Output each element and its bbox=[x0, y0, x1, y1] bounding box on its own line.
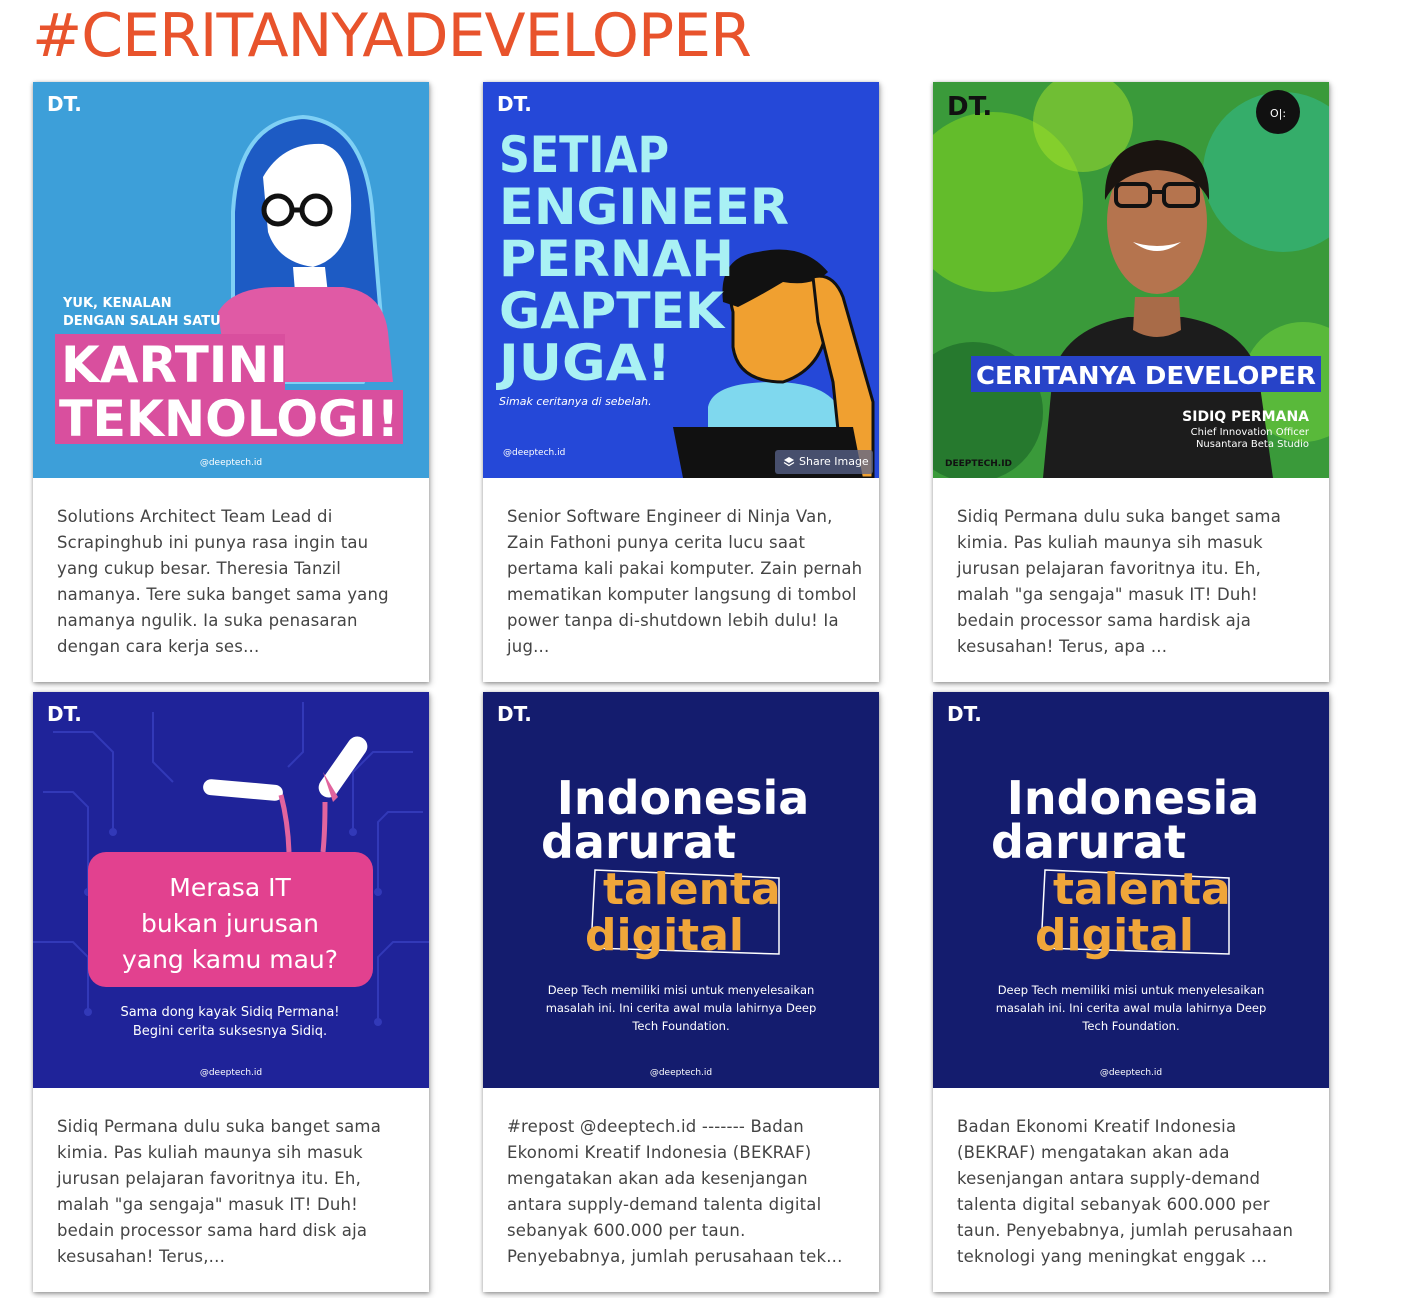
body-text: masalah ini. Ini cerita awal mula lahirn… bbox=[546, 1001, 817, 1015]
person-company: Nusantara Beta Studio bbox=[1196, 439, 1309, 450]
headline-line: darurat bbox=[541, 815, 736, 869]
body-text: Tech Foundation. bbox=[631, 1019, 729, 1033]
page-heading: #CERITANYADEVELOPER bbox=[32, 1, 752, 71]
post-card-kartini[interactable]: DT. YUK, KENALAN DENGAN SALAH SATU KARTI… bbox=[33, 82, 429, 682]
post-card-darurat-repost[interactable]: DT. Indonesia darurat talenta digital De… bbox=[483, 692, 879, 1292]
intro-text: YUK, KENALAN bbox=[62, 296, 172, 311]
post-card-darurat[interactable]: DT. Indonesia darurat talenta digital De… bbox=[933, 692, 1329, 1292]
post-image-sidiq-photo[interactable]: O|: DT. CERITANYA DEVELOPER SIDIQ PERMAN… bbox=[933, 82, 1329, 478]
headline-line: GAPTEK bbox=[499, 282, 726, 340]
studio-badge-icon: O|: bbox=[1270, 107, 1286, 120]
title-line: TEKNOLOGI! bbox=[59, 390, 399, 448]
layers-icon bbox=[783, 456, 795, 468]
brand-logo: DT. bbox=[497, 92, 532, 116]
body-text: Deep Tech memiliki misi untuk menyelesai… bbox=[548, 983, 815, 997]
share-image-button[interactable]: Share Image bbox=[775, 450, 873, 474]
post-caption: Badan Ekonomi Kreatif Indonesia (BEKRAF)… bbox=[957, 1117, 1294, 1266]
person-name: SIDIQ PERMANA bbox=[1182, 409, 1309, 425]
post-card-gaptek[interactable]: DT. SETIAP ENGINEER PERNAH GAPTEK JUGA! … bbox=[483, 82, 879, 682]
highlight-line: digital bbox=[585, 910, 744, 961]
body-text: Tech Foundation. bbox=[1081, 1019, 1179, 1033]
share-image-label: Share Image bbox=[799, 455, 869, 468]
headline-line: ENGINEER bbox=[499, 178, 789, 236]
post-card-merasa-it[interactable]: Merasa IT bukan jurusan yang kamu mau? S… bbox=[33, 692, 429, 1292]
handle-text: @deeptech.id bbox=[650, 1068, 712, 1078]
post-image-kartini[interactable]: DT. YUK, KENALAN DENGAN SALAH SATU KARTI… bbox=[33, 82, 429, 478]
brand-logo: DT. bbox=[947, 92, 992, 122]
brand-logo: DT. bbox=[47, 92, 82, 116]
brand-logo: DT. bbox=[497, 702, 532, 726]
person-role: Chief Innovation Officer bbox=[1191, 427, 1310, 438]
sub-text: Sama dong kayak Sidiq Permana! bbox=[120, 1005, 339, 1020]
body-text: Deep Tech memiliki misi untuk menyelesai… bbox=[998, 983, 1265, 997]
handle-text: @deeptech.id bbox=[503, 448, 565, 458]
subtitle-text: Simak ceritanya di sebelah. bbox=[499, 395, 652, 408]
headline-line: darurat bbox=[991, 815, 1186, 869]
post-caption: #repost @deeptech.id ------- Badan Ekono… bbox=[507, 1117, 843, 1266]
bubble-text: bukan jurusan bbox=[141, 909, 319, 938]
banner-text: CERITANYA DEVELOPER bbox=[976, 361, 1316, 390]
brand-logo: DT. bbox=[47, 702, 82, 726]
highlight-line: talenta bbox=[1053, 864, 1231, 915]
handle-text: @deeptech.id bbox=[200, 458, 262, 468]
post-caption: Sidiq Permana dulu suka banget sama kimi… bbox=[957, 507, 1282, 656]
intro-text: DENGAN SALAH SATU bbox=[63, 314, 221, 329]
post-card-sidiq-photo[interactable]: O|: DT. CERITANYA DEVELOPER SIDIQ PERMAN… bbox=[933, 82, 1329, 682]
body-text: masalah ini. Ini cerita awal mula lahirn… bbox=[996, 1001, 1267, 1015]
brand-text: DEEPTECH.ID bbox=[945, 459, 1012, 469]
brand-logo: DT. bbox=[947, 702, 982, 726]
post-image-darurat[interactable]: DT. Indonesia darurat talenta digital De… bbox=[933, 692, 1329, 1088]
post-image-gaptek[interactable]: DT. SETIAP ENGINEER PERNAH GAPTEK JUGA! … bbox=[483, 82, 879, 478]
highlight-line: talenta bbox=[603, 864, 781, 915]
handle-text: @deeptech.id bbox=[200, 1068, 262, 1078]
post-image-darurat-repost[interactable]: DT. Indonesia darurat talenta digital De… bbox=[483, 692, 879, 1088]
bubble-text: Merasa IT bbox=[169, 873, 291, 902]
highlight-line: digital bbox=[1035, 910, 1194, 961]
post-image-merasa-it[interactable]: Merasa IT bukan jurusan yang kamu mau? S… bbox=[33, 692, 429, 1088]
post-caption: Solutions Architect Team Lead di Scrapin… bbox=[57, 507, 389, 656]
handle-text: @deeptech.id bbox=[1100, 1068, 1162, 1078]
post-caption: Sidiq Permana dulu suka banget sama kimi… bbox=[57, 1117, 382, 1266]
headline-line: SETIAP bbox=[499, 126, 669, 184]
headline-line: PERNAH bbox=[499, 230, 734, 288]
headline-line: JUGA! bbox=[496, 334, 671, 392]
title-line: KARTINI bbox=[61, 336, 288, 394]
sub-text: Begini cerita suksesnya Sidiq. bbox=[133, 1024, 327, 1039]
post-caption: Senior Software Engineer di Ninja Van, Z… bbox=[507, 507, 863, 656]
bubble-text: yang kamu mau? bbox=[122, 945, 338, 974]
